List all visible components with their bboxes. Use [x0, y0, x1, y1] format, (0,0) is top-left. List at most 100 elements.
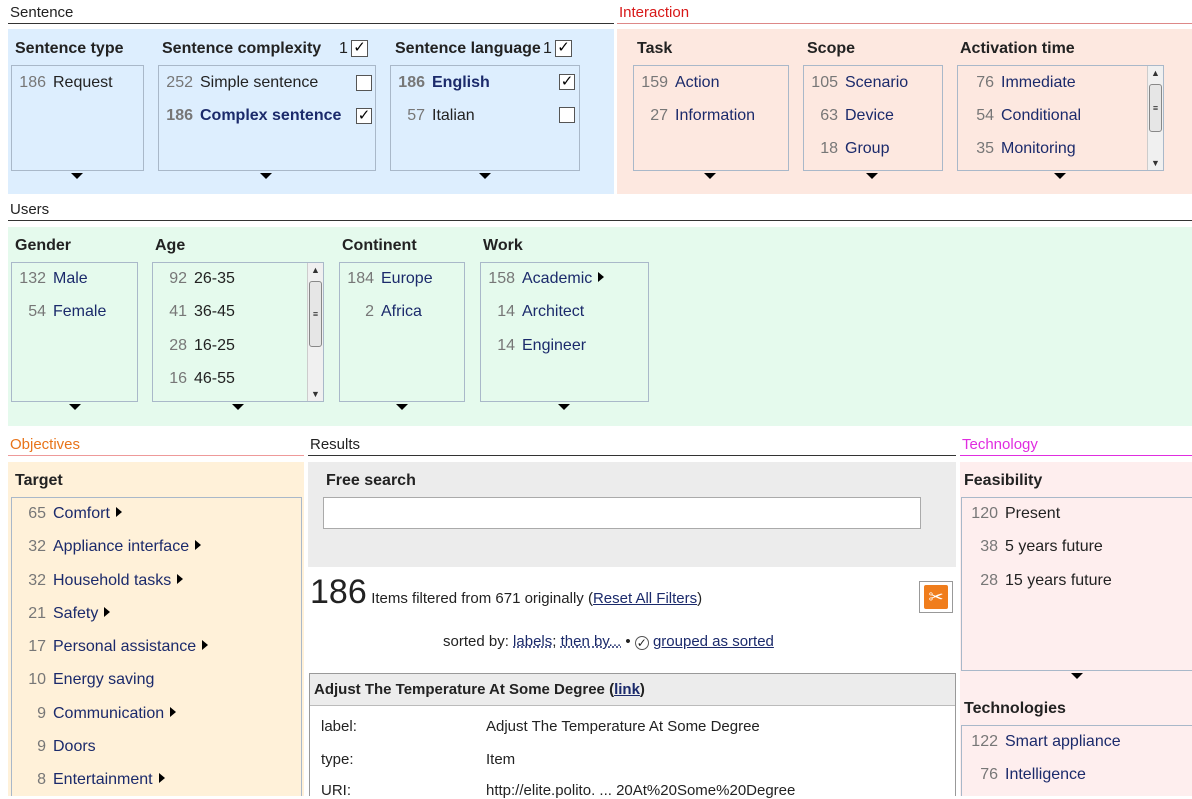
scroll-up-icon[interactable]: ▲	[1148, 66, 1163, 80]
facet-item-checkbox[interactable]	[356, 75, 372, 91]
bullet-separator: •	[625, 633, 631, 650]
expand-arrow-icon[interactable]	[1054, 173, 1066, 179]
facet-item[interactable]: 158 Academic	[481, 268, 605, 290]
facet-item[interactable]: 57 Italian	[391, 105, 475, 127]
facet-item[interactable]: 28 16-25	[153, 335, 235, 357]
facet-item[interactable]: 27 Information	[634, 105, 755, 127]
expand-right-icon[interactable]	[115, 507, 122, 517]
scroll-thumb[interactable]: ≡	[309, 281, 322, 347]
facet-continent[interactable]: 184 Europe 2 Africa	[339, 262, 465, 402]
expand-arrow-icon[interactable]	[1071, 673, 1083, 679]
facet-item[interactable]: 28 15 years future	[962, 570, 1112, 592]
facet-task[interactable]: 159 Action 27 Information	[633, 65, 789, 171]
expand-right-icon[interactable]	[598, 272, 605, 282]
facet-item[interactable]: 132 Male	[12, 268, 87, 290]
facet-title-sentence-complexity: Sentence complexity	[162, 40, 322, 57]
facet-item[interactable]: 186 English	[391, 72, 489, 94]
facet-select-all-checkbox[interactable]: ✓	[351, 40, 368, 57]
facet-item[interactable]: 122 Smart appliance	[962, 731, 1120, 753]
facet-item[interactable]: 252 Simple sentence	[159, 72, 375, 94]
expand-right-icon[interactable]	[195, 540, 202, 550]
facet-technologies[interactable]: 122 Smart appliance 76 Intelligence	[961, 725, 1192, 796]
reset-all-filters-link[interactable]: Reset All Filters	[593, 590, 697, 607]
facet-item[interactable]: 21 Safety	[12, 603, 111, 625]
scroll-down-icon[interactable]: ▼	[308, 387, 323, 401]
facet-item[interactable]: 32 Household tasks	[12, 570, 184, 592]
facet-item-checkbox[interactable]	[559, 107, 575, 123]
facet-age[interactable]: 92 26-35 41 36-45 28 16-25 16 46-55 ▲ ≡ ▼	[152, 262, 324, 402]
then-by-link[interactable]: then by...	[561, 633, 622, 650]
result-item-link[interactable]: link	[614, 681, 640, 698]
expand-arrow-icon[interactable]	[866, 173, 878, 179]
facet-item[interactable]: 8 Entertainment	[12, 769, 165, 791]
facet-item[interactable]: 76 Intelligence	[962, 764, 1086, 786]
facet-activation-time[interactable]: 76 Immediate 54 Conditional 35 Monitoring ▲…	[957, 65, 1164, 171]
grouped-as-sorted-link[interactable]: grouped as sorted	[653, 633, 774, 650]
property-value: Adjust The Temperature At Some Degree	[486, 718, 760, 735]
expand-arrow-icon[interactable]	[260, 173, 272, 179]
scrollbar[interactable]: ▲ ≡ ▼	[307, 263, 323, 401]
facet-scope[interactable]: 105 Scenario 63 Device 18 Group	[803, 65, 943, 171]
property-value[interactable]: http://elite.polito. ... 20At%20Some%20D…	[486, 782, 795, 799]
facet-item[interactable]: 186 Request	[12, 72, 112, 94]
facet-work[interactable]: 158 Academic 14 Architect 14 Engineer	[480, 262, 649, 402]
facet-sentence-language[interactable]: 186 English ✓ 57 Italian	[390, 65, 580, 171]
facet-item[interactable]: 9 Doors	[12, 736, 96, 758]
scroll-thumb[interactable]: ≡	[1149, 84, 1162, 132]
expand-right-icon[interactable]	[170, 707, 177, 717]
copy-button[interactable]: ✂	[919, 581, 953, 613]
facet-sentence-type[interactable]: 186 Request	[11, 65, 144, 171]
facet-item[interactable]: 186 Complex sentence	[159, 105, 375, 127]
facet-target[interactable]: 65 Comfort 32 Appliance interface 32 Househ…	[11, 497, 302, 796]
facet-gender[interactable]: 132 Male 54 Female	[11, 262, 138, 402]
scroll-down-icon[interactable]: ▼	[1148, 156, 1163, 170]
facet-sentence-complexity[interactable]: 252 Simple sentence 186 Complex sentence ✓	[158, 65, 376, 171]
facet-item[interactable]: 41 36-45	[153, 301, 235, 323]
facet-item[interactable]: 76 Immediate	[958, 72, 1076, 94]
facet-item[interactable]: 2 Africa	[340, 301, 422, 323]
grouped-check-icon[interactable]: ✓	[634, 636, 649, 650]
facet-item[interactable]: 32 Appliance interface	[12, 536, 202, 558]
expand-arrow-icon[interactable]	[558, 404, 570, 410]
scroll-up-icon[interactable]: ▲	[308, 263, 323, 277]
expand-right-icon[interactable]	[202, 640, 209, 650]
expand-arrow-icon[interactable]	[71, 173, 83, 179]
facet-feasibility[interactable]: 120 Present 38 5 years future 28 15 years f…	[961, 497, 1192, 671]
sort-labels-link[interactable]: labels	[513, 633, 552, 650]
facet-item[interactable]: 38 5 years future	[962, 536, 1103, 558]
expand-arrow-icon[interactable]	[704, 173, 716, 179]
facet-select-all-checkbox[interactable]: ✓	[555, 40, 572, 57]
expand-right-icon[interactable]	[177, 574, 184, 584]
facet-item[interactable]: 10 Energy saving	[12, 669, 154, 691]
expand-arrow-icon[interactable]	[69, 404, 81, 410]
facet-title-feasibility: Feasibility	[964, 472, 1043, 489]
search-input[interactable]	[323, 497, 921, 529]
expand-arrow-icon[interactable]	[396, 404, 408, 410]
facet-item[interactable]: 17 Personal assistance	[12, 636, 209, 658]
link-paren: )	[639, 681, 645, 698]
facet-item[interactable]: 16 46-55	[153, 368, 235, 390]
facet-item[interactable]: 14 Engineer	[481, 335, 586, 357]
facet-item[interactable]: 9 Communication	[12, 703, 177, 725]
expand-arrow-icon[interactable]	[232, 404, 244, 410]
scrollbar[interactable]: ▲ ≡ ▼	[1147, 66, 1163, 170]
facet-item[interactable]: 35 Monitoring	[958, 138, 1076, 160]
facet-item[interactable]: 63 Device	[804, 105, 894, 127]
facet-item[interactable]: 92 26-35	[153, 268, 235, 290]
facet-item[interactable]: 18 Group	[804, 138, 889, 160]
facet-item[interactable]: 120 Present	[962, 503, 1060, 525]
expand-right-icon[interactable]	[158, 773, 165, 783]
facet-item[interactable]: 54 Conditional	[958, 105, 1081, 127]
facet-item[interactable]: 54 Female	[12, 301, 106, 323]
facet-item[interactable]: 105 Scenario	[804, 72, 908, 94]
facet-item-checkbox[interactable]: ✓	[356, 108, 372, 124]
facet-item[interactable]: 184 Europe	[340, 268, 432, 290]
facet-item-checkbox[interactable]: ✓	[559, 74, 575, 90]
facet-item[interactable]: 159 Action	[634, 72, 719, 94]
facet-item[interactable]: 14 Architect	[481, 301, 584, 323]
section-header-sentence: Sentence	[8, 4, 614, 24]
facet-item[interactable]: 65 Comfort	[12, 503, 122, 525]
result-item-title[interactable]: Adjust The Temperature At Some Degree	[314, 681, 605, 698]
expand-right-icon[interactable]	[104, 607, 111, 617]
expand-arrow-icon[interactable]	[479, 173, 491, 179]
